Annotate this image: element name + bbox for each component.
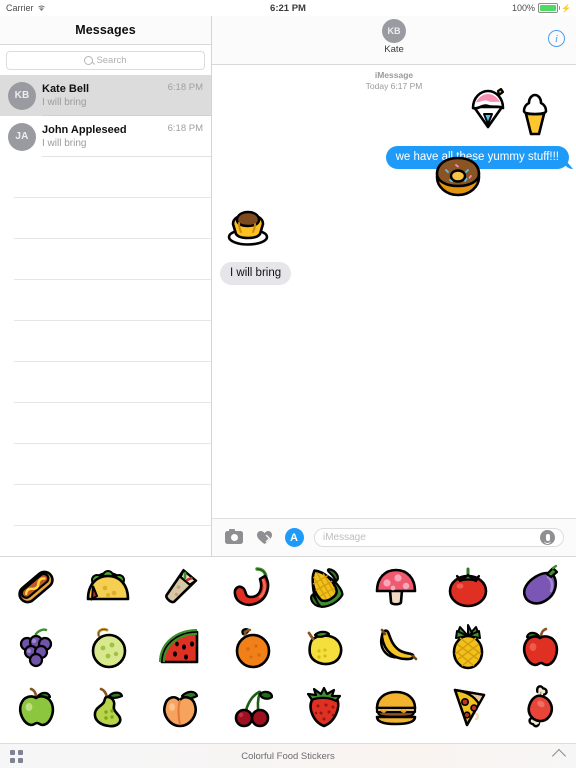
- status-bar: Carrier 6:21 PM 100% ⚡: [0, 0, 576, 16]
- sticker-pack-name: Colorful Food Stickers: [241, 750, 335, 762]
- burrito-sticker[interactable]: [144, 557, 216, 617]
- imessage-apps-icon[interactable]: A: [284, 528, 304, 548]
- orange-sticker[interactable]: [216, 617, 288, 677]
- conversation-list: KB Kate Bell I will bring 6:18 PM JA John App…: [0, 75, 211, 526]
- camera-icon[interactable]: [224, 528, 244, 548]
- empty-list-row: [0, 280, 211, 321]
- conversation-body: John Appleseed I will bring: [42, 124, 168, 150]
- message-time: 6:18 PM: [167, 82, 203, 93]
- empty-list-row: [0, 239, 211, 280]
- corn-sticker[interactable]: [288, 557, 360, 617]
- empty-list-row: [0, 403, 211, 444]
- message-thread-panel: KB Kate i iMessage Today 6:17 PM we have…: [212, 16, 576, 556]
- empty-list-row: [0, 444, 211, 485]
- avatar[interactable]: KB: [382, 19, 406, 43]
- incoming-message-bubble[interactable]: I will bring: [220, 262, 292, 285]
- sticker-drawer: [0, 556, 576, 744]
- pineapple-sticker[interactable]: [432, 617, 504, 677]
- message-input-field[interactable]: iMessage: [314, 528, 564, 547]
- grapes-sticker[interactable]: [0, 617, 72, 677]
- taco-sticker[interactable]: [72, 557, 144, 617]
- strawberry-sticker[interactable]: [288, 677, 360, 737]
- empty-list-row: [0, 485, 211, 526]
- row-divider: [14, 525, 211, 526]
- hot-dog-sticker[interactable]: [0, 557, 72, 617]
- chili-pepper-sticker[interactable]: [216, 557, 288, 617]
- lemon-sticker[interactable]: [288, 617, 360, 677]
- banana-sticker[interactable]: [360, 617, 432, 677]
- message-list: iMessage Today 6:17 PM we have all these…: [212, 64, 576, 518]
- message-preview: I will bring: [42, 96, 87, 108]
- thread-header: KB Kate i: [212, 16, 576, 65]
- message-preview: I will bring: [42, 137, 87, 149]
- empty-list-row: [0, 321, 211, 362]
- watermelon-sticker[interactable]: [144, 617, 216, 677]
- search-icon: [84, 56, 94, 65]
- search-input[interactable]: Search: [6, 51, 205, 70]
- message-input-placeholder: iMessage: [323, 532, 366, 543]
- status-bar-right: 100% ⚡: [512, 3, 571, 13]
- info-icon[interactable]: i: [548, 30, 565, 47]
- sticker-pack-bar: Colorful Food Stickers: [0, 743, 576, 768]
- charging-bolt-icon: ⚡: [561, 3, 571, 13]
- contact-name: Kate: [384, 44, 404, 55]
- microphone-icon[interactable]: [540, 530, 555, 545]
- avatar: KB: [8, 81, 36, 110]
- empty-list-row: [0, 198, 211, 239]
- sticker-grid: [0, 557, 576, 737]
- conversation-body: Kate Bell I will bring: [42, 83, 168, 109]
- empty-list-row: [0, 157, 211, 198]
- sidebar-header: Messages: [0, 16, 211, 45]
- soft-serve-ice-cream-sticker[interactable]: [517, 90, 553, 140]
- avatar: JA: [8, 122, 36, 151]
- custard-pudding-sticker[interactable]: [226, 206, 270, 248]
- status-bar-clock: 6:21 PM: [270, 2, 306, 14]
- message-timestamp: iMessage Today 6:17 PM: [212, 70, 576, 92]
- page-title: Messages: [75, 23, 136, 37]
- empty-list-row: [0, 362, 211, 403]
- tomato-sticker[interactable]: [432, 557, 504, 617]
- contact-name: Kate Bell: [42, 82, 90, 95]
- meat-on-bone-sticker[interactable]: [504, 677, 576, 737]
- contact-name: John Appleseed: [42, 123, 127, 136]
- green-apple-sticker[interactable]: [0, 677, 72, 737]
- mushroom-sticker[interactable]: [360, 557, 432, 617]
- service-label: iMessage: [374, 70, 414, 80]
- cherries-sticker[interactable]: [216, 677, 288, 737]
- shaved-ice-sticker[interactable]: [465, 86, 511, 140]
- hamburger-sticker[interactable]: [360, 677, 432, 737]
- peach-sticker[interactable]: [144, 677, 216, 737]
- imessage-app-window: Carrier 6:21 PM 100% ⚡ Messages Search K…: [0, 0, 576, 768]
- message-input-toolbar: A iMessage: [212, 518, 576, 556]
- conversation-row[interactable]: JA John Appleseed I will bring 6:18 PM: [0, 116, 211, 157]
- pizza-sticker[interactable]: [432, 677, 504, 737]
- conversation-row[interactable]: KB Kate Bell I will bring 6:18 PM: [0, 75, 211, 116]
- red-apple-sticker[interactable]: [504, 617, 576, 677]
- digital-touch-heart-icon[interactable]: [254, 528, 274, 548]
- donut-sticker[interactable]: [434, 154, 482, 198]
- conversations-sidebar: Messages Search KB Kate Bell I will bring 6…: [0, 16, 212, 556]
- search-container: Search: [0, 45, 211, 75]
- pear-sticker[interactable]: [72, 677, 144, 737]
- battery-percent-label: 100%: [512, 3, 536, 13]
- message-time: 6:18 PM: [167, 123, 203, 134]
- eggplant-sticker[interactable]: [504, 557, 576, 617]
- melon-sticker[interactable]: [72, 617, 144, 677]
- app-grid-icon[interactable]: [10, 749, 23, 763]
- battery-icon: [538, 3, 561, 13]
- search-placeholder: Search: [96, 55, 127, 66]
